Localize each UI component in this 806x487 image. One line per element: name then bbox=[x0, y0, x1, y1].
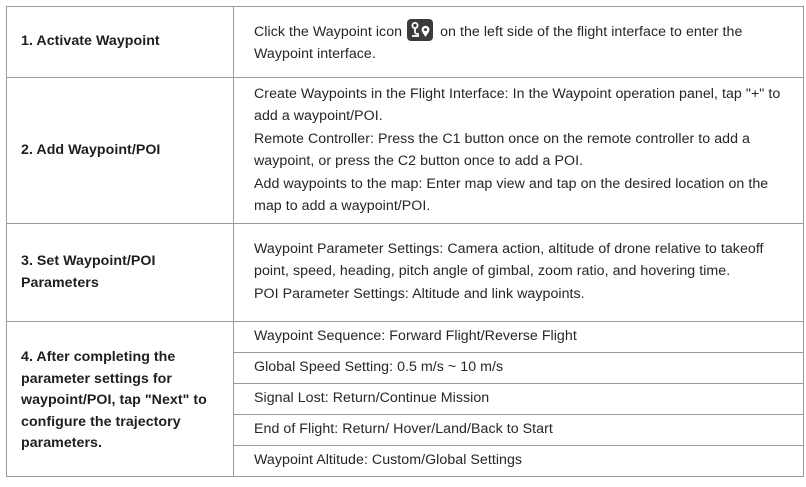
waypoint-steps-document: 1. Activate Waypoint Click the Waypoint … bbox=[6, 6, 804, 487]
parameter-item: End of Flight: Return/ Hover/Land/Back t… bbox=[233, 414, 804, 446]
step-description: Waypoint Parameter Settings: Camera acti… bbox=[233, 223, 804, 322]
description-paragraph: POI Parameter Settings: Altitude and lin… bbox=[254, 286, 585, 303]
step-description: Create Waypoints in the Flight Interface… bbox=[233, 77, 804, 224]
table-row: 4. After completing the parameter settin… bbox=[6, 321, 804, 477]
parameter-item: Signal Lost: Return/Continue Mission bbox=[233, 383, 804, 415]
step-label: 2. Add Waypoint/POI bbox=[6, 77, 234, 224]
description-paragraph: Remote Controller: Press the C1 button o… bbox=[254, 131, 750, 169]
description-paragraph: Waypoint Parameter Settings: Camera acti… bbox=[254, 241, 764, 279]
step-description: Click the Waypoint icon on the left side… bbox=[233, 6, 804, 78]
parameter-item: Global Speed Setting: 0.5 m/s ~ 10 m/s bbox=[233, 352, 804, 384]
waypoint-steps-table: 1. Activate Waypoint Click the Waypoint … bbox=[6, 6, 804, 477]
table-row: 1. Activate Waypoint Click the Waypoint … bbox=[6, 6, 804, 78]
parameter-item: Waypoint Altitude: Custom/Global Setting… bbox=[233, 445, 804, 477]
parameter-item: Waypoint Sequence: Forward Flight/Revers… bbox=[233, 321, 804, 353]
step-label: 3. Set Waypoint/POI Parameters bbox=[6, 223, 234, 322]
description-text: Click the Waypoint icon bbox=[254, 24, 403, 40]
table-row: 3. Set Waypoint/POI Parameters Waypoint … bbox=[6, 223, 804, 322]
description-paragraph: Create Waypoints in the Flight Interface… bbox=[254, 86, 781, 124]
table-row: 2. Add Waypoint/POI Create Waypoints in … bbox=[6, 77, 804, 224]
step-label: 1. Activate Waypoint bbox=[6, 6, 234, 78]
step-label: 4. After completing the parameter settin… bbox=[6, 321, 234, 477]
waypoint-icon bbox=[407, 19, 434, 41]
description-paragraph: Add waypoints to the map: Enter map view… bbox=[254, 176, 769, 214]
